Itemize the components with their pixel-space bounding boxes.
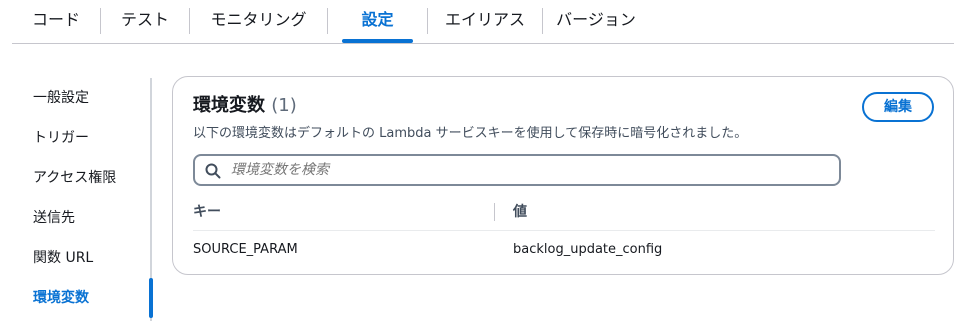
table-divider xyxy=(193,230,935,231)
search-icon xyxy=(205,163,221,179)
table-cell-key: SOURCE_PARAM xyxy=(193,242,298,257)
settings-sidebar: 一般設定 トリガー アクセス権限 送信先 関数 URL 環境変数 xyxy=(0,78,153,321)
column-divider xyxy=(494,203,495,221)
column-header-key: キー xyxy=(193,204,221,220)
sidebar-active-indicator xyxy=(149,278,153,318)
tab-code[interactable]: コード xyxy=(12,0,100,43)
tab-aliases[interactable]: エイリアス xyxy=(428,0,542,43)
tab-versions[interactable]: バージョン xyxy=(543,0,649,43)
panel-description: 以下の環境変数はデフォルトの Lambda サービスキーを使用して保存時に暗号化… xyxy=(193,126,748,141)
sidebar-item-function-url[interactable]: 関数 URL xyxy=(33,248,93,268)
panel-title-text: 環境変数 xyxy=(193,95,265,116)
tab-bar: コード テスト モニタリング 設定 エイリアス バージョン xyxy=(12,0,954,44)
sidebar-item-triggers[interactable]: トリガー xyxy=(33,128,89,148)
tab-monitoring[interactable]: モニタリング xyxy=(190,0,327,43)
active-tab-indicator xyxy=(342,39,413,43)
tab-settings[interactable]: 設定 xyxy=(328,0,427,43)
search-input[interactable] xyxy=(231,160,831,180)
panel-title: 環境変数 (1) xyxy=(193,93,297,119)
search-field[interactable] xyxy=(193,154,841,186)
column-header-value: 値 xyxy=(513,204,527,220)
panel-count: (1) xyxy=(271,95,297,116)
environment-variables-panel: 環境変数 (1) 編集 以下の環境変数はデフォルトの Lambda サービスキー… xyxy=(172,76,954,275)
sidebar-item-destinations[interactable]: 送信先 xyxy=(33,208,75,228)
sidebar-item-general[interactable]: 一般設定 xyxy=(33,88,89,108)
tab-test[interactable]: テスト xyxy=(101,0,189,43)
sidebar-item-permissions[interactable]: アクセス権限 xyxy=(33,168,116,188)
table-cell-value: backlog_update_config xyxy=(513,242,663,257)
edit-button[interactable]: 編集 xyxy=(862,92,934,122)
sidebar-item-environment-variables[interactable]: 環境変数 xyxy=(33,288,89,308)
